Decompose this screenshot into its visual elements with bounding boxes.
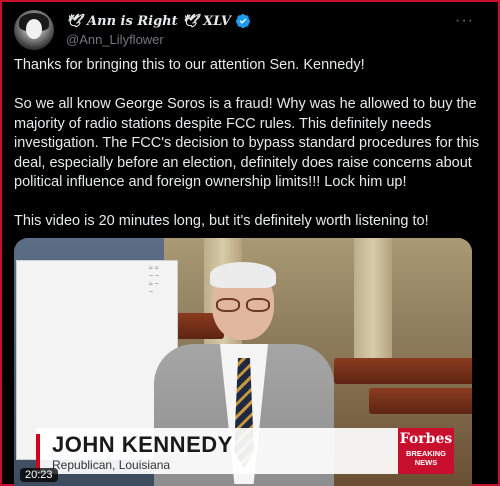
lower-third-name: JOHN KENNEDY	[52, 432, 233, 457]
author-display-name[interactable]: 🕊 Ann is Right 🕊 XLV	[66, 14, 231, 29]
tweet-body: Thanks for bringing this to our attentio…	[14, 57, 480, 229]
video-player[interactable]: ≈ ≈ ~ ~ ≈ ~ ~ JOHN KENNEDY Republican, Loui…	[14, 238, 472, 486]
tweet-header: 🕊 Ann is Right 🕊 XLV @Ann_Lilyflower ···	[14, 10, 488, 50]
more-options-icon[interactable]: ···	[455, 12, 474, 30]
tweet-frame: 🕊 Ann is Right 🕊 XLV @Ann_Lilyflower ···…	[0, 0, 500, 486]
author-handle[interactable]: @Ann_Lilyflower	[66, 32, 164, 47]
breaking-news-tag: BREAKING NEWS	[405, 449, 446, 467]
lower-third-subtitle: Republican, Louisiana	[52, 458, 171, 472]
forbes-logo: Forbes BREAKING NEWS	[398, 428, 454, 474]
lower-third-banner: JOHN KENNEDY Republican, Louisiana Forbe…	[36, 428, 454, 474]
author-name-row[interactable]: 🕊 Ann is Right 🕊 XLV	[66, 12, 251, 30]
verified-badge-icon	[235, 14, 250, 29]
avatar[interactable]	[14, 10, 54, 50]
video-duration: 20:23	[20, 468, 58, 482]
